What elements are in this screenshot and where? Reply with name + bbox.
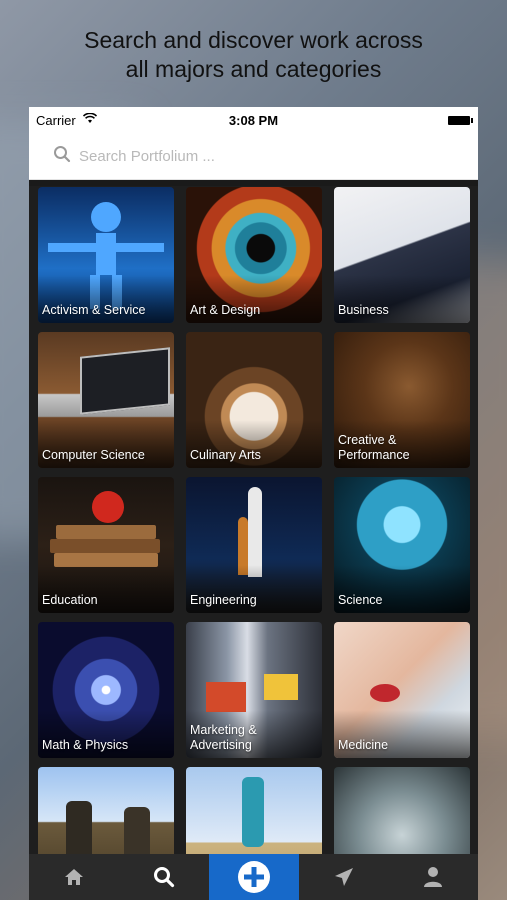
category-label: Science (338, 593, 383, 607)
category-grid: Activism & Service Art & Design Business… (29, 186, 478, 854)
category-label: Education (42, 593, 98, 607)
category-label: Computer Science (42, 448, 145, 462)
category-label: Creative & Performance (338, 433, 410, 462)
search-icon (54, 146, 71, 163)
category-label: Art & Design (190, 303, 261, 317)
send-icon (335, 868, 353, 886)
category-tile-creative-performance[interactable]: Creative & Performance (334, 332, 470, 468)
add-icon (238, 861, 270, 893)
tab-search[interactable] (119, 854, 209, 900)
category-tile-activism[interactable]: Activism & Service (38, 187, 174, 323)
category-label: Culinary Arts (190, 448, 261, 462)
category-tile-education[interactable]: Education (38, 477, 174, 613)
tab-messages[interactable] (299, 854, 389, 900)
home-icon (65, 869, 83, 885)
category-tile-business[interactable]: Business (334, 187, 470, 323)
tab-bar (29, 854, 478, 900)
category-tile-engineering[interactable]: Engineering (186, 477, 322, 613)
category-tile-science[interactable]: Science (334, 477, 470, 613)
category-label: Math & Physics (42, 738, 129, 752)
category-label: Marketing & Advertising (190, 723, 257, 752)
category-tile-art-design[interactable]: Art & Design (186, 187, 322, 323)
tab-add[interactable] (209, 854, 299, 900)
category-tile-computer-science[interactable]: Computer Science (38, 332, 174, 468)
phone-screen: Carrier 3:08 PM Activism & Service (29, 107, 478, 900)
category-tile-culinary-arts[interactable]: Culinary Arts (186, 332, 322, 468)
search-input[interactable] (77, 143, 441, 169)
category-tile-math-physics[interactable]: Math & Physics (38, 622, 174, 758)
promo-headline: Search and discover work across all majo… (84, 27, 423, 82)
category-tile-marketing-advertising[interactable]: Marketing & Advertising (186, 622, 322, 758)
battery-icon (448, 116, 473, 125)
profile-icon (424, 867, 442, 887)
category-label: Medicine (338, 738, 389, 752)
category-label: Business (338, 303, 389, 317)
tab-home[interactable] (29, 854, 119, 900)
search-icon (154, 867, 175, 888)
tab-profile[interactable] (388, 854, 478, 900)
category-tile-sports[interactable] (186, 767, 322, 854)
category-label: Activism & Service (42, 303, 146, 317)
category-tile-technology[interactable] (334, 767, 470, 854)
category-tile-history[interactable] (38, 767, 174, 854)
search-bar[interactable] (29, 133, 478, 180)
category-label: Engineering (190, 593, 257, 607)
status-time: 3:08 PM (228, 113, 279, 128)
category-tile-medicine[interactable]: Medicine (334, 622, 470, 758)
status-bar: Carrier 3:08 PM (29, 107, 478, 133)
